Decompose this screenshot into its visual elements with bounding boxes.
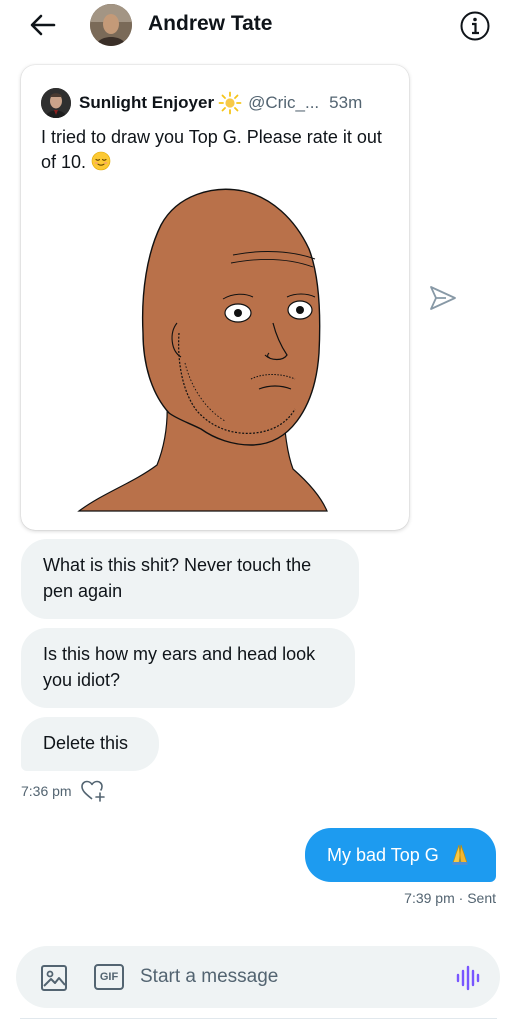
sent-message[interactable]: My bad Top G (305, 828, 496, 882)
message-text: My bad Top G (327, 845, 439, 865)
tweet-author-handle: @Cric_... (248, 93, 320, 112)
folded-hands-icon (452, 844, 468, 865)
received-message[interactable]: What is this shit? Never touch the pen a… (21, 539, 359, 619)
message-timestamp: 7:36 pm (21, 783, 72, 799)
image-icon[interactable] (40, 964, 68, 992)
quoted-tweet-card[interactable]: Sunlight Enjoyer @Cric_... 53m I tried t… (21, 65, 409, 530)
message-composer: GIF (16, 946, 500, 1008)
share-via-dm-icon[interactable] (428, 284, 458, 312)
avatar-photo (90, 4, 132, 46)
received-message[interactable]: Delete this (21, 717, 159, 771)
sent-status: 7:39 pm · Sent (404, 890, 496, 906)
tweet-text: I tried to draw you Top G. Please rate i… (41, 125, 391, 175)
info-icon (460, 11, 490, 41)
voice-message-icon[interactable] (454, 964, 482, 992)
message-text: What is this shit? Never touch the pen a… (43, 555, 312, 601)
add-reaction-icon[interactable] (80, 779, 106, 803)
tweet-author-name: Sunlight Enjoyer (79, 93, 215, 112)
message-text: Is this how my ears and head look you id… (43, 644, 316, 690)
avatar[interactable] (90, 4, 132, 46)
info-button[interactable] (459, 10, 491, 42)
page-title: Andrew Tate (148, 12, 273, 35)
divider (20, 1018, 497, 1019)
tweet-author-avatar (41, 88, 71, 118)
message-text: Delete this (43, 733, 129, 753)
conversation-header: Andrew Tate (0, 0, 517, 52)
back-button[interactable] (26, 10, 60, 40)
relieved-face-icon (91, 151, 111, 171)
tweet-timestamp: 53m (329, 93, 363, 112)
message-input[interactable] (140, 960, 430, 994)
received-message[interactable]: Is this how my ears and head look you id… (21, 628, 355, 708)
gif-button[interactable]: GIF (94, 964, 124, 990)
arrow-left-icon (30, 14, 56, 36)
received-timestamp-row: 7:36 pm (21, 779, 106, 803)
sun-icon (218, 91, 242, 115)
tweet-drawing-image (77, 188, 328, 512)
tweet-header: Sunlight Enjoyer @Cric_... 53m (41, 88, 363, 118)
